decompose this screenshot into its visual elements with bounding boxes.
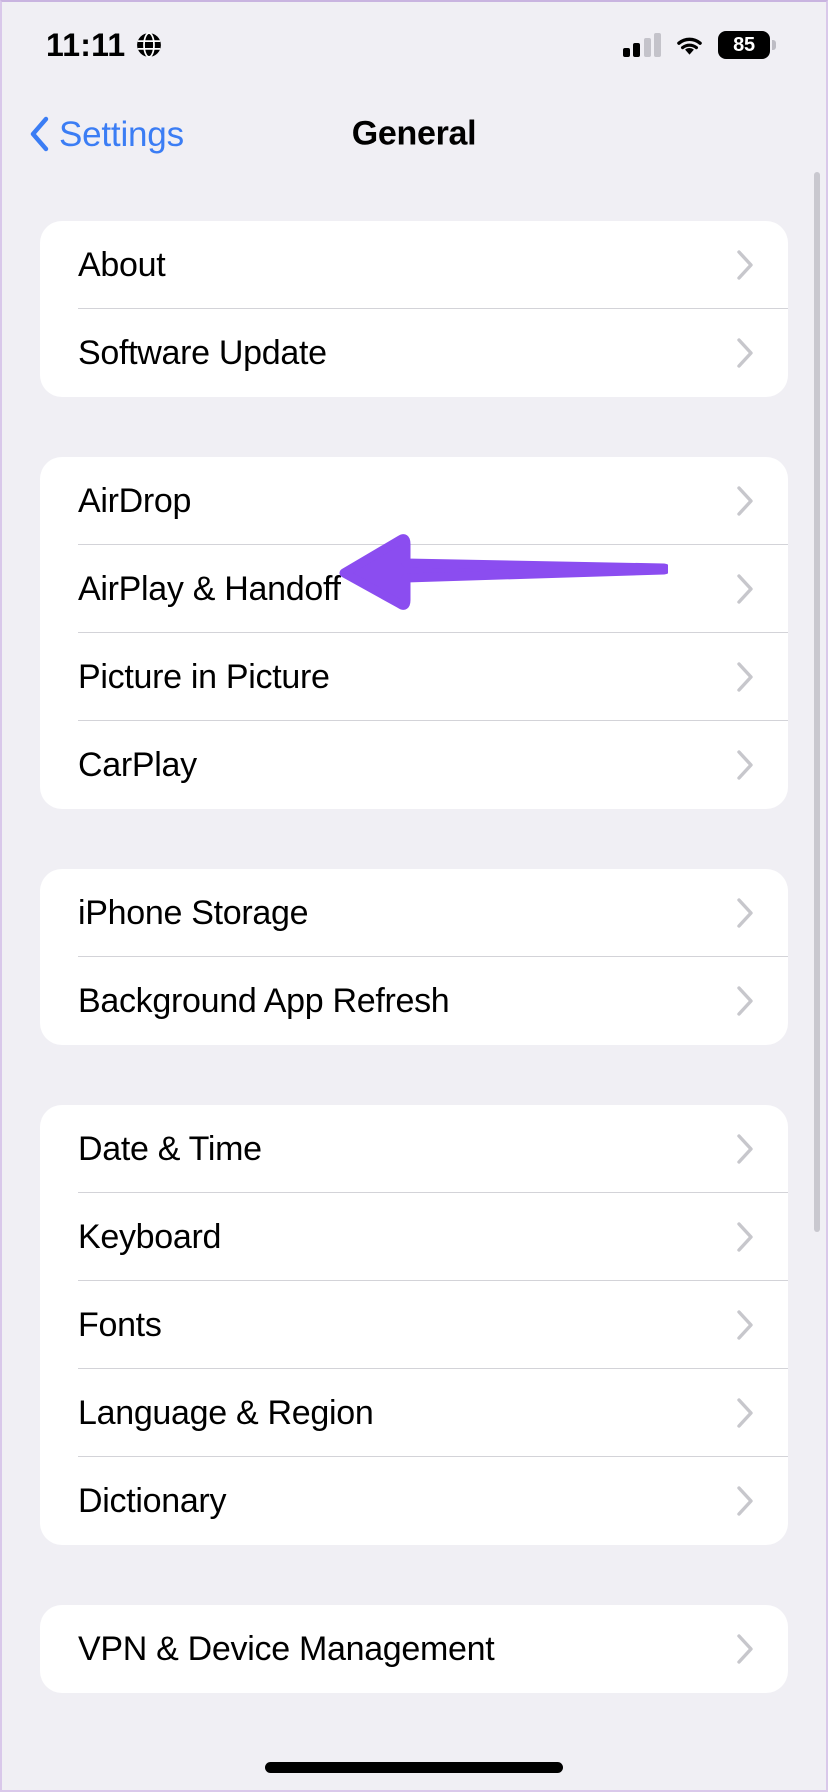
settings-row-software-update[interactable]: Software Update xyxy=(40,309,788,397)
settings-list: About Software Update AirDrop AirPlay & … xyxy=(2,180,826,1790)
settings-row-picture-in-picture[interactable]: Picture in Picture xyxy=(40,633,788,721)
settings-row-label: AirDrop xyxy=(78,482,192,520)
chevron-right-icon xyxy=(736,661,754,693)
settings-row-label: CarPlay xyxy=(78,746,197,784)
settings-row-label: Picture in Picture xyxy=(78,658,330,696)
battery-icon: 85 xyxy=(718,31,776,59)
chevron-right-icon xyxy=(736,1133,754,1165)
scrollbar[interactable] xyxy=(814,172,820,1232)
chevron-right-icon xyxy=(736,1633,754,1665)
cellular-signal-icon xyxy=(622,33,661,57)
settings-group-3: iPhone Storage Background App Refresh xyxy=(40,869,788,1045)
settings-row-label: Keyboard xyxy=(78,1218,222,1256)
chevron-right-icon xyxy=(736,1221,754,1253)
settings-row-airplay-handoff[interactable]: AirPlay & Handoff xyxy=(40,545,788,633)
settings-row-airdrop[interactable]: AirDrop xyxy=(40,457,788,545)
settings-row-date-time[interactable]: Date & Time xyxy=(40,1105,788,1193)
settings-row-label: Software Update xyxy=(78,334,327,372)
settings-row-background-app-refresh[interactable]: Background App Refresh xyxy=(40,957,788,1045)
settings-row-keyboard[interactable]: Keyboard xyxy=(40,1193,788,1281)
settings-row-label: AirPlay & Handoff xyxy=(78,570,341,608)
chevron-right-icon xyxy=(736,573,754,605)
settings-row-dictionary[interactable]: Dictionary xyxy=(40,1457,788,1545)
settings-row-about[interactable]: About xyxy=(40,221,788,309)
settings-row-label: VPN & Device Management xyxy=(78,1630,495,1668)
settings-row-label: Language & Region xyxy=(78,1394,374,1432)
settings-row-iphone-storage[interactable]: iPhone Storage xyxy=(40,869,788,957)
settings-row-label: Fonts xyxy=(78,1306,162,1344)
settings-row-label: Date & Time xyxy=(78,1130,262,1168)
navigation-bar: Settings General xyxy=(2,88,826,180)
chevron-right-icon xyxy=(736,749,754,781)
page-title: General xyxy=(351,114,477,153)
chevron-right-icon xyxy=(736,337,754,369)
battery-percent-label: 85 xyxy=(733,34,755,56)
settings-row-label: Background App Refresh xyxy=(78,982,450,1020)
wifi-icon xyxy=(674,33,705,57)
settings-group-1: About Software Update xyxy=(40,221,788,397)
chevron-right-icon xyxy=(736,985,754,1017)
chevron-right-icon xyxy=(736,1397,754,1429)
chevron-right-icon xyxy=(736,897,754,929)
globe-icon xyxy=(136,32,162,58)
settings-group-2: AirDrop AirPlay & Handoff Picture in Pic… xyxy=(40,457,788,809)
status-bar: 11:11 85 xyxy=(2,2,826,88)
settings-row-label: iPhone Storage xyxy=(78,894,309,932)
settings-row-fonts[interactable]: Fonts xyxy=(40,1281,788,1369)
chevron-right-icon xyxy=(736,249,754,281)
settings-group-5: VPN & Device Management xyxy=(40,1605,788,1693)
iphone-screen: 11:11 85 Settings General About Software… xyxy=(0,0,828,1792)
settings-row-label: About xyxy=(78,246,166,284)
chevron-right-icon xyxy=(736,1309,754,1341)
settings-row-language-region[interactable]: Language & Region xyxy=(40,1369,788,1457)
status-bar-time: 11:11 xyxy=(46,27,126,63)
chevron-right-icon xyxy=(736,485,754,517)
status-bar-left: 11:11 xyxy=(46,29,162,61)
settings-row-label: Dictionary xyxy=(78,1482,227,1520)
status-bar-right: 85 xyxy=(622,31,776,59)
settings-row-carplay[interactable]: CarPlay xyxy=(40,721,788,809)
settings-row-vpn-device-management[interactable]: VPN & Device Management xyxy=(40,1605,788,1693)
home-indicator[interactable] xyxy=(265,1762,563,1773)
chevron-right-icon xyxy=(736,1485,754,1517)
settings-group-4: Date & Time Keyboard Fonts Language & Re… xyxy=(40,1105,788,1545)
